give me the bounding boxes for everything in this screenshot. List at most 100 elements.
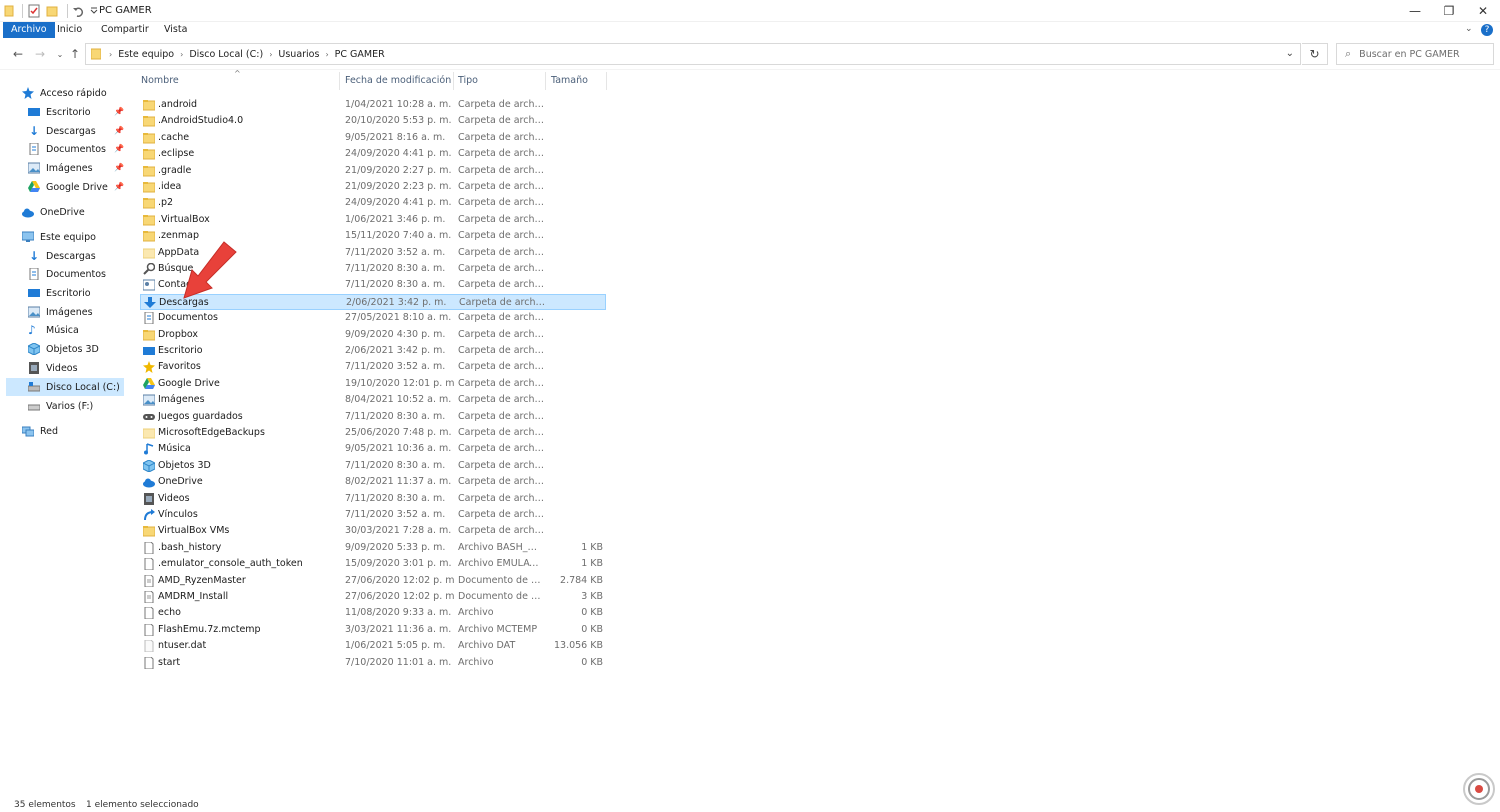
tab-archivo[interactable]: Archivo bbox=[3, 22, 55, 38]
breadcrumb-pc-gamer[interactable]: PC GAMER bbox=[335, 49, 385, 60]
file-row[interactable]: .VirtualBox 1/06/2021 3:46 p. m. Carpeta d… bbox=[140, 212, 606, 228]
file-row[interactable]: .cache 9/05/2021 8:16 a. m. Carpeta de arc… bbox=[140, 130, 606, 146]
file-row[interactable]: .bash_history 9/09/2020 5:33 p. m. Archivo… bbox=[140, 540, 606, 556]
status-bar: 35 elementos 1 elemento seleccionado bbox=[0, 798, 1500, 812]
sidebar-item-descargas[interactable]: ↓ Descargas bbox=[28, 122, 96, 140]
sidebar-item-pc-videos[interactable]: Videos bbox=[28, 359, 78, 377]
file-row[interactable]: Música 9/05/2021 10:36 a. m. Carpeta de ar… bbox=[140, 441, 606, 457]
pin-icon[interactable]: 📌 bbox=[114, 163, 124, 172]
tab-inicio[interactable]: Inicio bbox=[51, 22, 88, 38]
breadcrumb-disco-local[interactable]: Disco Local (C:) bbox=[189, 49, 263, 60]
column-header-date[interactable]: Fecha de modificación bbox=[345, 72, 451, 90]
breadcrumb-separator-icon[interactable]: › bbox=[269, 50, 272, 59]
forward-arrow-icon[interactable]: → bbox=[32, 46, 48, 62]
column-divider[interactable] bbox=[606, 72, 607, 90]
file-row[interactable]: AMD_RyzenMaster 27/06/2020 12:02 p. m. Doc… bbox=[140, 573, 606, 589]
navigation-pane: Acceso rápido Escritorio 📌 ↓ Descargas 📌… bbox=[0, 72, 128, 798]
file-row[interactable]: ntuser.dat 1/06/2021 5:05 p. m. Archivo DA… bbox=[140, 638, 606, 654]
file-icon bbox=[143, 623, 155, 637]
file-row[interactable]: FlashEmu.7z.mctemp 3/03/2021 11:36 a. m. A… bbox=[140, 622, 606, 638]
pin-icon[interactable]: 📌 bbox=[114, 182, 124, 191]
file-row[interactable]: MicrosoftEdgeBackups 25/06/2020 7:48 p. m… bbox=[140, 425, 606, 441]
sidebar-item-escritorio[interactable]: Escritorio bbox=[28, 103, 91, 121]
sidebar-item-google-drive[interactable]: Google Drive bbox=[28, 178, 108, 196]
column-divider[interactable] bbox=[339, 72, 340, 90]
recent-locations-icon[interactable]: ⌄ bbox=[52, 46, 68, 62]
restore-button[interactable]: ❐ bbox=[1432, 0, 1466, 22]
address-dropdown-icon[interactable]: ⌄ bbox=[1286, 48, 1294, 59]
file-row[interactable]: Documentos 27/05/2021 8:10 a. m. Carpeta d… bbox=[140, 310, 606, 326]
file-row[interactable]: OneDrive 8/02/2021 11:37 a. m. Carpeta de … bbox=[140, 474, 606, 490]
toolbar-divider bbox=[22, 4, 23, 18]
system-file-icon bbox=[143, 639, 155, 653]
tab-compartir[interactable]: Compartir bbox=[95, 22, 155, 38]
undo-icon[interactable] bbox=[72, 4, 86, 18]
column-header-name[interactable]: Nombre bbox=[141, 72, 179, 90]
close-button[interactable]: ✕ bbox=[1466, 0, 1500, 22]
breadcrumb-usuarios[interactable]: Usuarios bbox=[278, 49, 319, 60]
tab-vista[interactable]: Vista bbox=[158, 22, 193, 38]
sidebar-network[interactable]: Red bbox=[21, 422, 58, 440]
column-divider[interactable] bbox=[545, 72, 546, 90]
back-arrow-icon[interactable]: ← bbox=[10, 46, 26, 62]
sidebar-item-imagenes[interactable]: Imágenes bbox=[27, 159, 93, 177]
file-row[interactable]: VirtualBox VMs 30/03/2021 7:28 a. m. Carpe… bbox=[140, 523, 606, 539]
column-header-size[interactable]: Tamaño bbox=[551, 72, 588, 90]
file-date: 2/06/2021 3:42 p. m. bbox=[346, 296, 447, 308]
pin-icon[interactable]: 📌 bbox=[114, 126, 124, 135]
file-row[interactable]: start 7/10/2020 11:01 a. m. Archivo 0 KB bbox=[140, 655, 606, 671]
file-row[interactable]: .android 1/04/2021 10:28 a. m. Carpeta de … bbox=[140, 97, 606, 113]
file-row[interactable]: .gradle 21/09/2020 2:27 p. m. Carpeta de a… bbox=[140, 163, 606, 179]
help-icon[interactable]: ? bbox=[1481, 24, 1493, 36]
breadcrumb-separator-icon[interactable]: › bbox=[180, 50, 183, 59]
file-row[interactable]: .emulator_console_auth_token 15/09/2020 3… bbox=[140, 556, 606, 572]
sidebar-item-pc-documentos[interactable]: Documentos bbox=[28, 265, 106, 283]
refresh-button[interactable]: ↻ bbox=[1302, 43, 1328, 65]
customize-toolbar-icon[interactable] bbox=[90, 4, 98, 18]
file-row[interactable]: Favoritos 7/11/2020 3:52 a. m. Carpeta de … bbox=[140, 359, 606, 375]
file-row[interactable]: .idea 21/09/2020 2:23 p. m. Carpeta de arc… bbox=[140, 179, 606, 195]
file-row[interactable]: Videos 7/11/2020 8:30 a. m. Carpeta de arc… bbox=[140, 491, 606, 507]
properties-icon[interactable] bbox=[27, 4, 41, 18]
breadcrumb-este-equipo[interactable]: Este equipo bbox=[118, 49, 174, 60]
sidebar-item-documentos[interactable]: Documentos bbox=[28, 140, 106, 158]
column-header-type[interactable]: Tipo bbox=[458, 72, 478, 90]
pictures-icon bbox=[142, 394, 156, 406]
sidebar-item-varios[interactable]: Varios (F:) bbox=[27, 397, 93, 415]
up-arrow-icon[interactable]: ↑ bbox=[67, 46, 83, 62]
file-row[interactable]: Imágenes 8/04/2021 10:52 a. m. Carpeta de … bbox=[140, 392, 606, 408]
sidebar-item-pc-descargas[interactable]: ↓ Descargas bbox=[28, 247, 96, 265]
expand-ribbon-icon[interactable]: ⌄ bbox=[1465, 24, 1473, 34]
sidebar-this-pc[interactable]: Este equipo bbox=[21, 228, 96, 246]
sidebar-quick-access[interactable]: Acceso rápido bbox=[22, 84, 107, 102]
file-row[interactable]: Google Drive 19/10/2020 12:01 p. m. Carpet… bbox=[140, 376, 606, 392]
sidebar-item-pc-objetos-3d[interactable]: Objetos 3D bbox=[27, 340, 99, 358]
sidebar-item-disco-local[interactable]: Disco Local (C:) bbox=[6, 378, 124, 396]
minimize-button[interactable]: — bbox=[1398, 0, 1432, 22]
sidebar-item-pc-escritorio[interactable]: Escritorio bbox=[28, 284, 91, 302]
sidebar-item-pc-musica[interactable]: ♪ Música bbox=[28, 321, 79, 339]
file-row[interactable]: Dropbox 9/09/2020 4:30 p. m. Carpeta de ar… bbox=[140, 327, 606, 343]
breadcrumb-separator-icon[interactable]: › bbox=[109, 50, 112, 59]
file-row[interactable]: Juegos guardados 7/11/2020 8:30 a. m. Carp… bbox=[140, 409, 606, 425]
new-folder-icon[interactable] bbox=[45, 4, 59, 18]
file-name: OneDrive bbox=[158, 476, 203, 488]
pin-icon[interactable]: 📌 bbox=[114, 144, 124, 153]
file-row[interactable]: .AndroidStudio4.0 20/10/2020 5:53 p. m. Ca… bbox=[140, 113, 606, 129]
search-box[interactable]: ⌕ bbox=[1336, 43, 1494, 65]
file-row[interactable]: Escritorio 2/06/2021 3:42 p. m. Carpeta de… bbox=[140, 343, 606, 359]
address-bar[interactable]: › Este equipo › Disco Local (C:) › Usuar… bbox=[85, 43, 1301, 65]
sidebar-onedrive[interactable]: OneDrive bbox=[22, 203, 85, 221]
search-input[interactable] bbox=[1359, 48, 1480, 60]
desktop-icon bbox=[28, 106, 40, 118]
file-row[interactable]: Objetos 3D 7/11/2020 8:30 a. m. Carpeta de… bbox=[140, 458, 606, 474]
pin-icon[interactable]: 📌 bbox=[114, 107, 124, 116]
file-row[interactable]: Vínculos 7/11/2020 3:52 a. m. Carpeta de a… bbox=[140, 507, 606, 523]
file-row[interactable]: .eclipse 24/09/2020 4:41 p. m. Carpeta de … bbox=[140, 146, 606, 162]
file-row[interactable]: .p2 24/09/2020 4:41 p. m. Carpeta de archi… bbox=[140, 195, 606, 211]
file-row[interactable]: AMDRM_Install 27/06/2020 12:02 p. m. Docum… bbox=[140, 589, 606, 605]
sidebar-item-pc-imagenes[interactable]: Imágenes bbox=[27, 303, 93, 321]
file-row[interactable]: echo 11/08/2020 9:33 a. m. Archivo 0 KB bbox=[140, 605, 606, 621]
column-divider[interactable] bbox=[453, 72, 454, 90]
breadcrumb-separator-icon[interactable]: › bbox=[325, 50, 328, 59]
